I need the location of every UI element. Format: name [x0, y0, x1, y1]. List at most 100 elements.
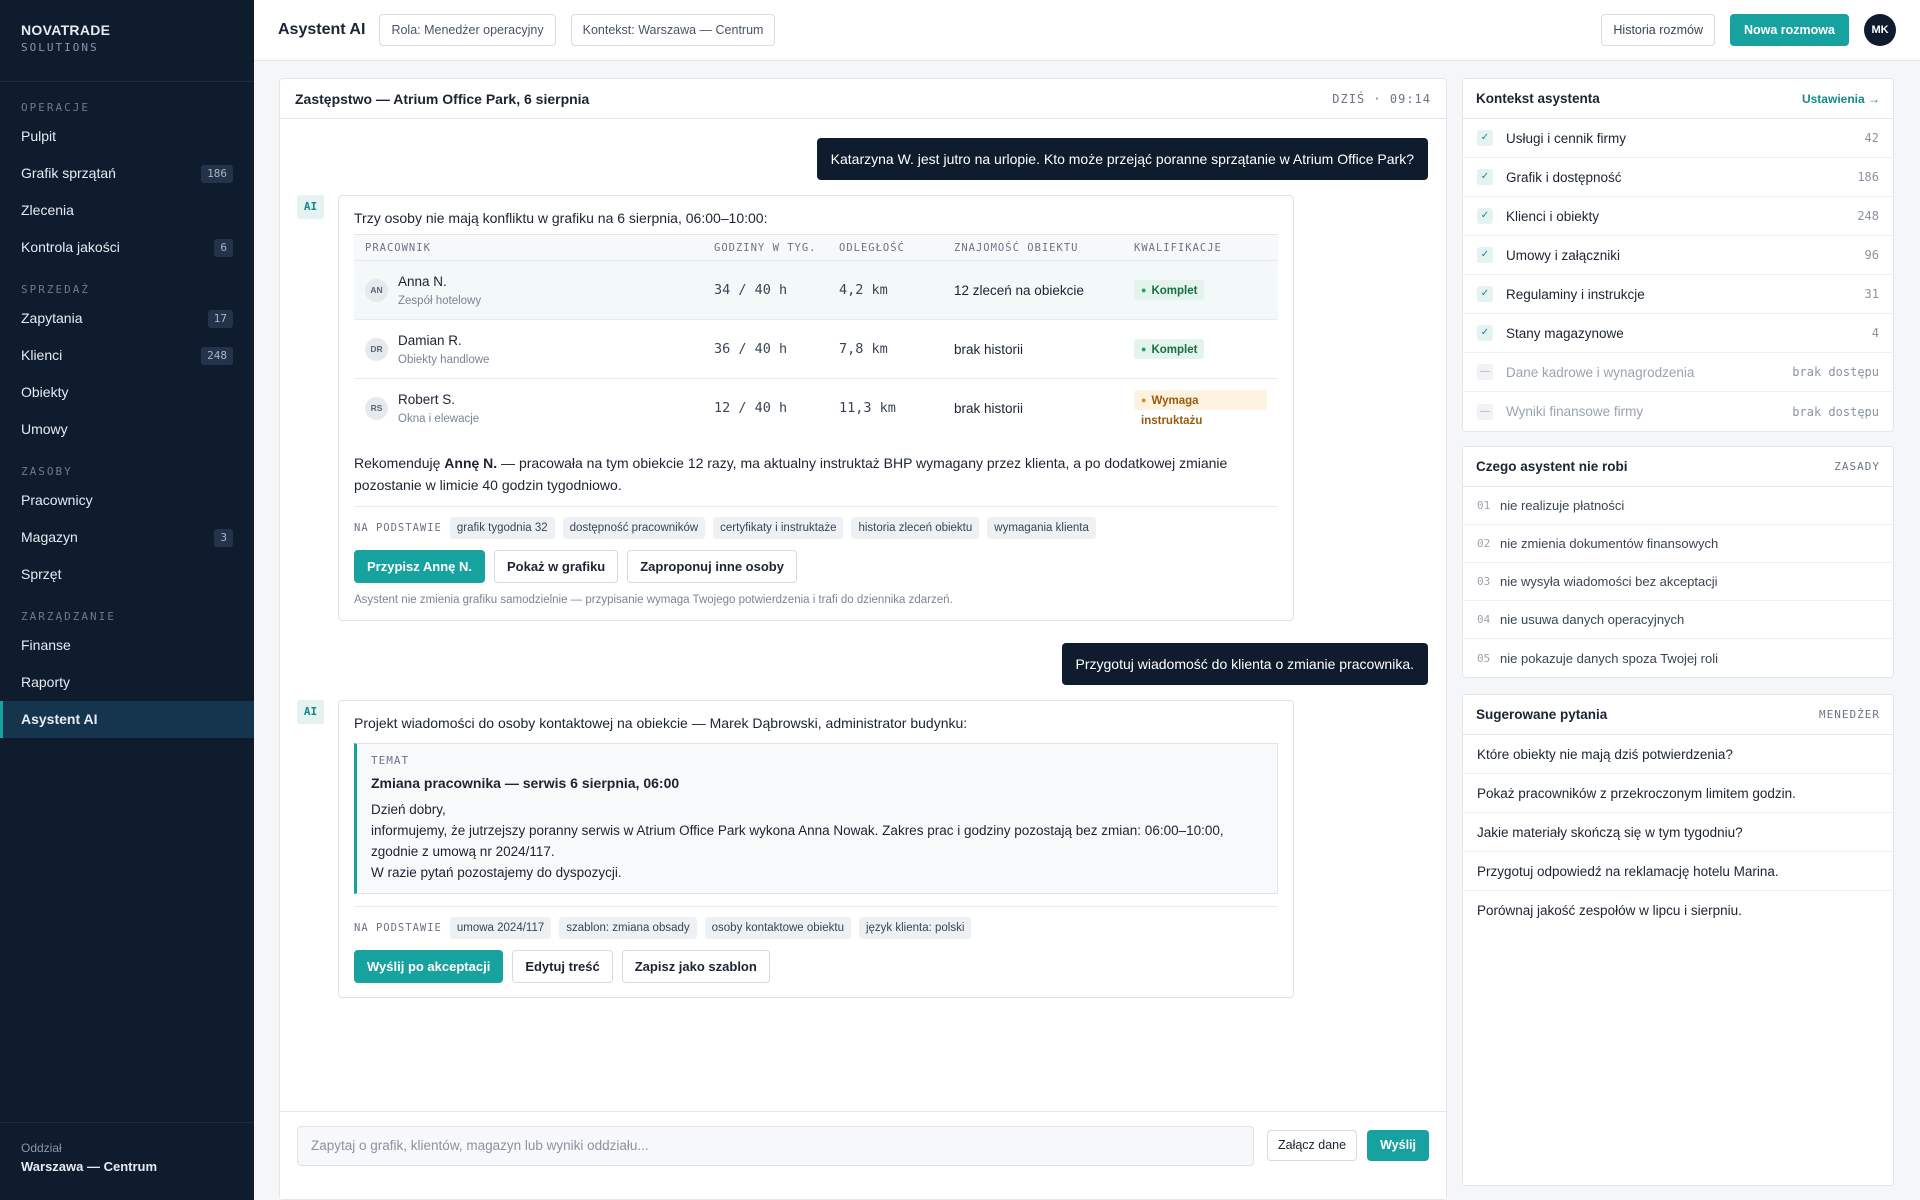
sidebar-nav: OPERACJE Pulpit Grafik sprzątań 186 Zlece… — [0, 82, 254, 738]
rule-item: 04 nie usuwa danych operacyjnych — [1463, 601, 1893, 639]
save-template-button[interactable]: Zapisz jako szablon — [621, 950, 770, 983]
sidebar-item-zlecenia[interactable]: Zlecenia — [0, 192, 254, 229]
context-item[interactable]: ✓ Umowy i załączniki 96 — [1463, 236, 1893, 275]
worker-team: Okna i elewacje — [398, 412, 480, 425]
branch-switcher[interactable]: Oddział Warszawa — Centrum — [0, 1122, 254, 1200]
chat-header: Zastępstwo — Atrium Office Park, 6 sierp… — [280, 79, 1446, 119]
sidebar-item-pulpit[interactable]: Pulpit — [0, 118, 254, 155]
send-button[interactable]: Wyślij — [1367, 1130, 1429, 1161]
ai-disclaimer: Asystent nie zmienia grafiku samodzielni… — [354, 593, 953, 606]
worker-team: Obiekty handlowe — [398, 353, 490, 366]
sidebar-item-label: Klienci — [21, 347, 63, 363]
check-icon: ✓ — [1477, 286, 1493, 302]
check-icon: ✓ — [1477, 169, 1493, 185]
basis-tags: NA PODSTAWIE grafik tygodnia 32 dostępno… — [354, 516, 1278, 539]
suggested-question[interactable]: Porównaj jakość zespołów w lipcu i sierp… — [1463, 891, 1893, 930]
chat-input[interactable]: Zapytaj o grafik, klientów, magazyn lub … — [297, 1126, 1254, 1166]
chat-timestamp: DZIŚ · 09:14 — [1332, 91, 1431, 106]
table-row[interactable]: AN Anna N. Zespół hotelowy 34 / 40 h 4,2 k… — [354, 260, 1278, 320]
col-header: GODZINY W TYG. — [703, 234, 828, 261]
rule-item: 03 nie wysyła wiadomości bez akceptacji — [1463, 563, 1893, 601]
basis-tag: szablon: zmiana obsady — [559, 917, 697, 939]
history-button[interactable]: Historia rozmów — [1601, 14, 1715, 46]
context-item[interactable]: ✓ Usługi i cennik firmy 42 — [1463, 119, 1893, 158]
table-row[interactable]: DR Damian R. Obiekty handlowe 36 / 40 h 7,… — [354, 319, 1278, 379]
context-selector[interactable]: Kontekst: Warszawa — Centrum — [570, 14, 776, 46]
edit-content-button[interactable]: Edytuj treść — [512, 950, 613, 983]
rule-number: 03 — [1477, 575, 1491, 588]
role-selector[interactable]: Rola: Menedżer operacyjny — [379, 14, 556, 46]
composer: Zapytaj o grafik, klientów, magazyn lub … — [280, 1111, 1446, 1199]
avatar: AN — [365, 278, 388, 302]
worker-name: Anna N. — [398, 273, 447, 289]
sidebar-item-sprzet[interactable]: Sprzęt — [0, 556, 254, 593]
context-count: 96 — [1864, 248, 1879, 262]
settings-link[interactable]: Ustawienia → — [1802, 92, 1880, 106]
worker-name: Damian R. — [398, 332, 462, 348]
propose-others-button[interactable]: Zaproponuj inne osoby — [627, 549, 797, 583]
suggested-question[interactable]: Pokaż pracowników z przekroczonym limite… — [1463, 774, 1893, 813]
avatar[interactable]: MK — [1864, 14, 1896, 46]
suggested-question[interactable]: Które obiekty nie mają dziś potwierdzeni… — [1463, 735, 1893, 774]
new-chat-button[interactable]: Nowa rozmowa — [1730, 14, 1849, 46]
sidebar-item-magazyn[interactable]: Magazyn 3 — [0, 519, 254, 556]
qualification-badge: Komplet — [1134, 280, 1205, 300]
rule-number: 01 — [1477, 499, 1491, 512]
panel-header: Kontekst asystenta Ustawienia → — [1463, 79, 1893, 119]
table-row[interactable]: RS Robert S. Okna i elewacje 12 / 40 h 11,… — [354, 379, 1278, 438]
sidebar-item-label: Pracownicy — [21, 492, 93, 508]
basis-tag: osoby kontaktowe obiektu — [704, 917, 851, 939]
context-item[interactable]: ✓ Stany magazynowe 4 — [1463, 314, 1893, 353]
basis-tag: dostępność pracowników — [562, 516, 706, 539]
sidebar-item-umowy[interactable]: Umowy — [0, 411, 254, 448]
suggested-question[interactable]: Przygotuj odpowiedź na reklamację hotelu… — [1463, 852, 1893, 891]
message-draft: TEMAT Zmiana pracownika — serwis 6 sierp… — [354, 743, 1278, 894]
user-message: Katarzyna W. jest jutro na urlopie. Kto … — [816, 138, 1428, 180]
basis-label: NA PODSTAWIE — [354, 521, 442, 534]
context-label: Wyniki finansowe firmy — [1506, 404, 1644, 419]
basis-tag: historia zleceń obiektu — [851, 516, 980, 539]
rule-text: nie usuwa danych operacyjnych — [1500, 612, 1685, 627]
suggested-question[interactable]: Jakie materiały skończą się w tym tygodn… — [1463, 813, 1893, 852]
branch-label: Oddział — [21, 1141, 62, 1155]
context-item[interactable]: ✓ Grafik i dostępność 186 — [1463, 158, 1893, 197]
sidebar-item-obiekty[interactable]: Obiekty — [0, 374, 254, 411]
col-header: ZNAJOMOŚĆ OBIEKTU — [943, 234, 1123, 261]
send-after-approval-button[interactable]: Wyślij po akceptacji — [354, 950, 504, 983]
check-icon: ✓ — [1477, 247, 1493, 263]
check-icon: ✓ — [1477, 208, 1493, 224]
sidebar-item-label: Asystent AI — [21, 711, 98, 727]
draft-line: informujemy, że jutrzejszy poranny serwi… — [371, 823, 1224, 859]
count-badge: 3 — [214, 528, 233, 547]
divider — [354, 906, 1278, 907]
rule-text: nie zmienia dokumentów finansowych — [1500, 536, 1719, 551]
assign-button[interactable]: Przypisz Annę N. — [354, 549, 485, 583]
sidebar-item-kontrola[interactable]: Kontrola jakości 6 — [0, 229, 254, 266]
dash-icon: — — [1477, 403, 1493, 420]
rule-text: nie pokazuje danych spoza Twojej roli — [1500, 650, 1719, 666]
context-count: 4 — [1871, 326, 1879, 340]
sidebar-item-raporty[interactable]: Raporty — [0, 664, 254, 701]
basis-label: NA PODSTAWIE — [354, 922, 442, 934]
show-in-schedule-button[interactable]: Pokaż w grafiku — [493, 549, 619, 583]
nav-section-operacje: OPERACJE — [21, 101, 90, 114]
brand-logo[interactable]: NOVATRADE SOLUTIONS — [0, 0, 254, 82]
ai-intro: Trzy osoby nie mają konfliktu w grafiku … — [354, 210, 768, 226]
basis-tags: NA PODSTAWIE umowa 2024/117 szablon: zmi… — [354, 917, 1278, 939]
context-item[interactable]: ✓ Regulaminy i instrukcje 31 — [1463, 275, 1893, 314]
nav-section-sprzedaz: SPRZEDAŻ — [21, 283, 90, 296]
sidebar-item-finanse[interactable]: Finanse — [0, 627, 254, 664]
sidebar-item-grafik[interactable]: Grafik sprzątań 186 — [0, 155, 254, 192]
sidebar-item-klienci[interactable]: Klienci 248 — [0, 337, 254, 374]
table-header-row: PRACOWNIK GODZINY W TYG. ODLEGŁOŚĆ ZNAJO… — [354, 234, 1278, 261]
attach-data-button[interactable]: Załącz dane — [1266, 1130, 1358, 1161]
sidebar-item-asystent-ai[interactable]: Asystent AI — [0, 701, 254, 738]
avatar: RS — [365, 396, 388, 420]
questions-panel: Sugerowane pytania MENEDŻER Które obiekt… — [1462, 694, 1894, 1186]
sidebar-item-pracownicy[interactable]: Pracownicy — [0, 482, 254, 519]
context-item: — Dane kadrowe i wynagrodzenia brak dostęp… — [1463, 353, 1893, 392]
sidebar-item-zapytania[interactable]: Zapytania 17 — [0, 300, 254, 337]
brand-name: NOVATRADE — [21, 22, 111, 38]
context-item[interactable]: ✓ Klienci i obiekty 248 — [1463, 197, 1893, 236]
worker-hours: 36 / 40 h — [703, 319, 828, 379]
